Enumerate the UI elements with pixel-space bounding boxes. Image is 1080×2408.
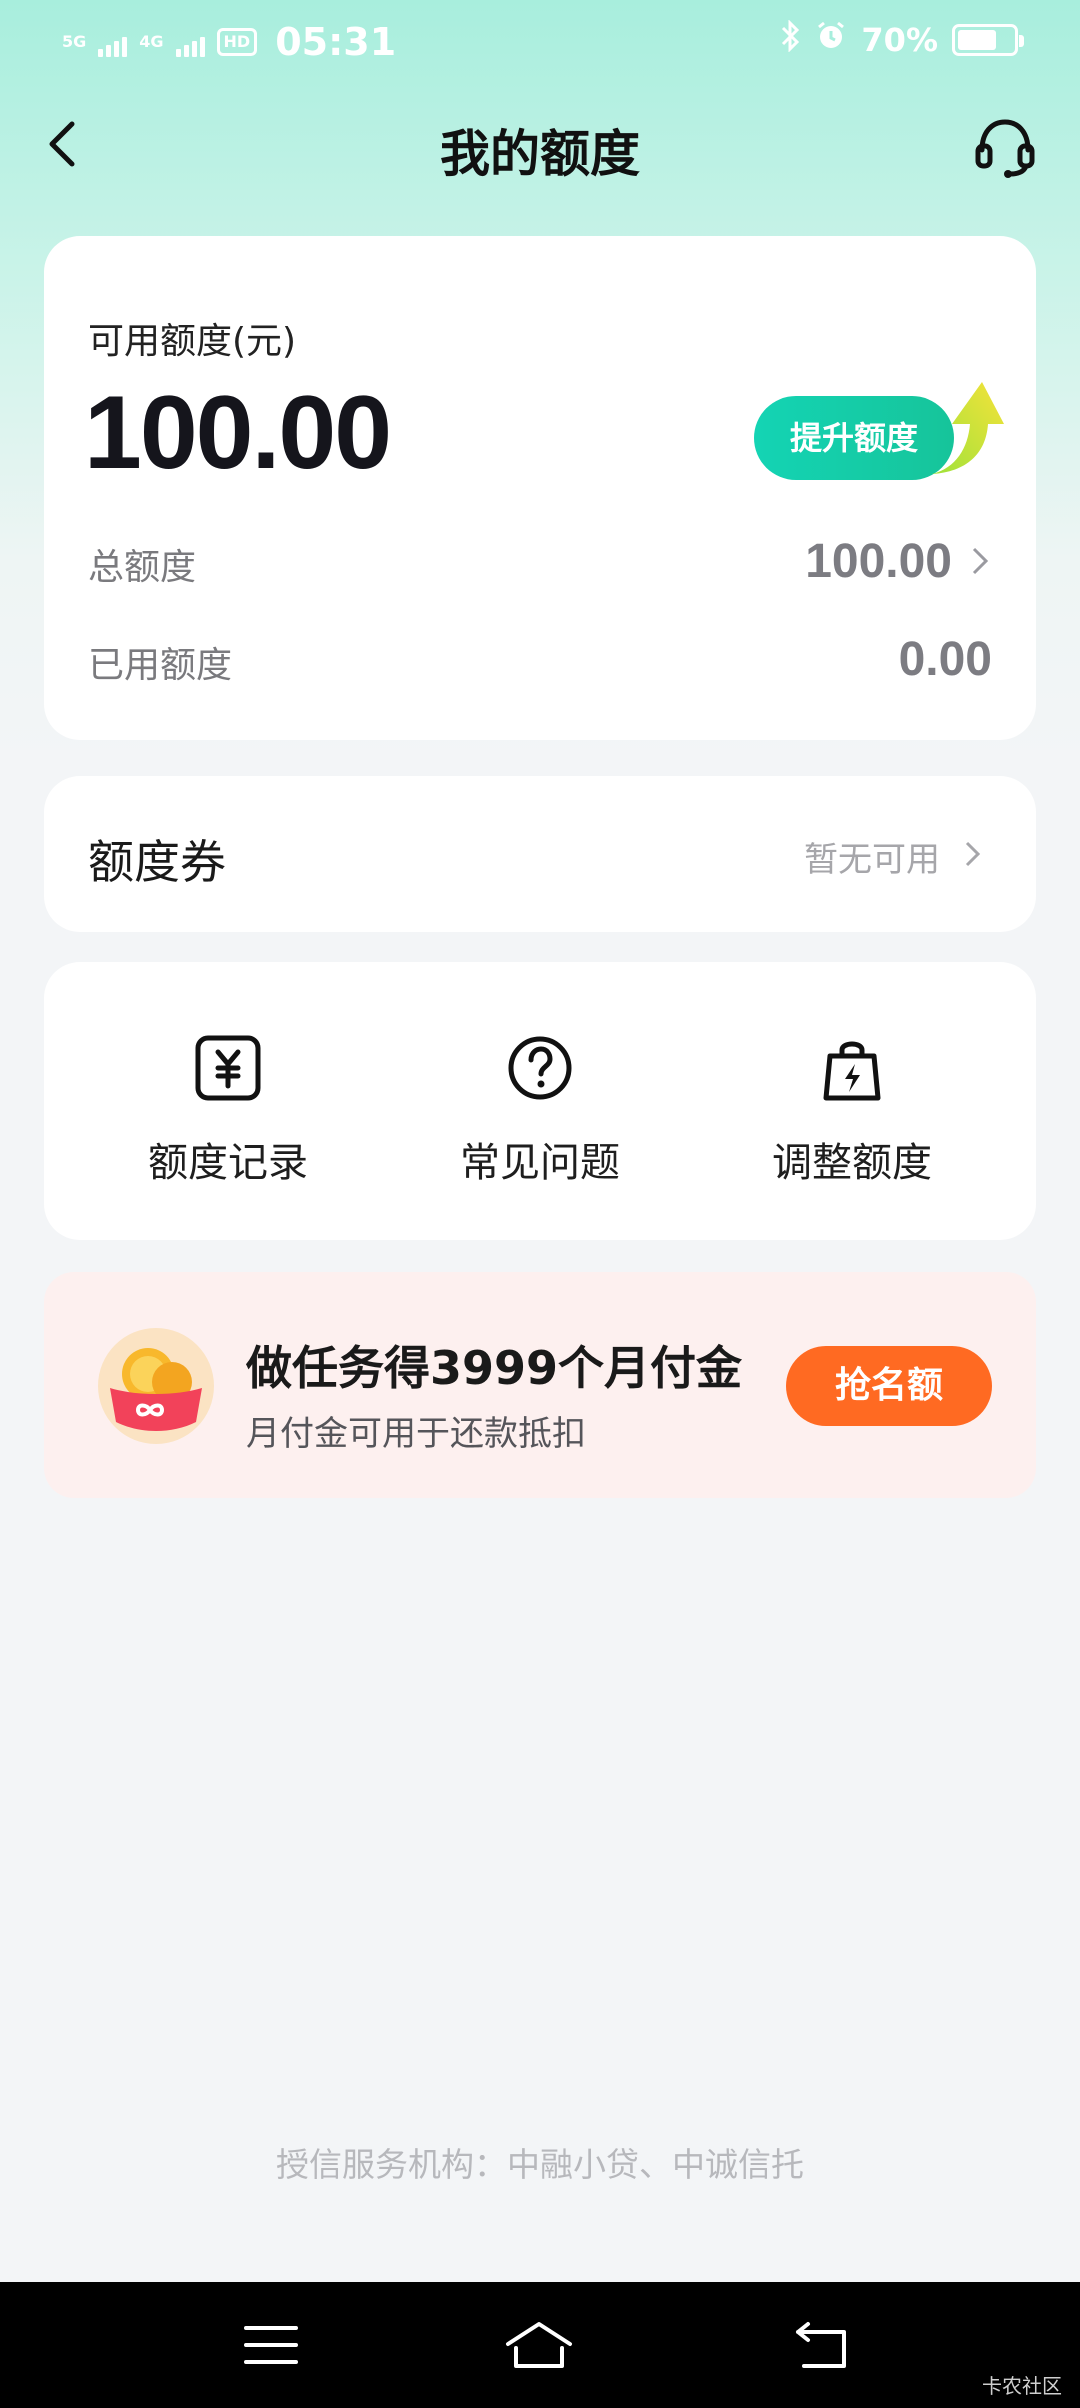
chevron-right-icon (972, 547, 989, 575)
gold-coin-wallet-icon (98, 1328, 214, 1444)
hd-badge: HD (216, 28, 258, 56)
watermark: 卡农社区 (982, 2374, 1062, 2398)
headset-icon (975, 119, 1035, 178)
shortcut-faq[interactable]: 常见问题 (410, 1032, 670, 1202)
header: 我的额度 (0, 84, 1080, 204)
question-circle-icon (508, 1036, 572, 1100)
alarm-icon (815, 20, 847, 60)
nav-home-button[interactable] (504, 2310, 574, 2380)
available-credit-label: 可用额度(元) (88, 321, 297, 362)
bluetooth-icon (779, 19, 801, 60)
credit-coupon-card[interactable]: 额度券 暂无可用 (44, 776, 1036, 932)
shortcut-label: 额度记录 (148, 1140, 308, 1186)
used-credit-row: 已用额度 0.00 (88, 628, 992, 688)
total-credit-row[interactable]: 总额度 100.00 (88, 530, 992, 590)
claim-slot-button[interactable]: 抢名额 (786, 1346, 992, 1426)
battery-icon (952, 24, 1024, 56)
customer-service-button[interactable] (970, 110, 1040, 180)
page-title: 我的额度 (440, 125, 640, 183)
shortcut-adjust-credit[interactable]: 调整额度 (722, 1032, 982, 1202)
back-arrow-icon (796, 2322, 846, 2368)
total-credit-value: 100.00 (805, 535, 952, 588)
promo-subtitle: 月付金可用于还款抵扣 (246, 1414, 586, 1454)
network-4g-label: 4G (139, 32, 164, 51)
home-icon (506, 2322, 572, 2368)
coupon-status: 暂无可用 (804, 840, 940, 880)
status-bar: 5G 4G HD 05:31 70% (0, 0, 1080, 84)
shortcut-credit-record[interactable]: 额度记录 (98, 1032, 358, 1202)
system-nav-bar (0, 2282, 1080, 2408)
shortcut-label: 调整额度 (772, 1140, 932, 1186)
raise-credit-button[interactable]: 提升额度 (754, 376, 1004, 486)
signal-icon-2 (175, 27, 205, 57)
signal-icon (98, 27, 128, 57)
credit-institution-note: 授信服务机构：中融小贷、中诚信托 (276, 2145, 804, 2184)
yuan-record-icon (195, 1035, 261, 1101)
used-credit-label: 已用额度 (88, 645, 233, 686)
network-5g-label: 5G (62, 32, 87, 51)
battery-percent: 70% (861, 21, 938, 59)
total-credit-label: 总额度 (88, 547, 197, 588)
bag-lightning-icon (823, 1041, 881, 1101)
shortcut-label: 常见问题 (460, 1140, 620, 1186)
status-right: 70% (779, 19, 1024, 60)
promo-banner[interactable]: 做任务得3999个月付金 月付金可用于还款抵扣 抢名额 (44, 1272, 1036, 1498)
status-time: 05:31 (275, 20, 397, 64)
used-credit-value: 0.00 (898, 633, 992, 686)
nav-menu-button[interactable] (236, 2310, 306, 2380)
raise-credit-label: 提升额度 (789, 419, 918, 457)
chevron-right-icon (965, 841, 981, 867)
status-left: 5G 4G HD 05:31 (62, 20, 396, 64)
coupon-title: 额度券 (88, 835, 226, 889)
shortcut-card: 额度记录 常见问题 调整额度 (44, 962, 1036, 1240)
menu-icon (244, 2326, 298, 2364)
promo-title: 做任务得3999个月付金 (246, 1341, 743, 1395)
credit-summary-card: 可用额度(元) 100.00 提升额度 总额度 100.00 已用额度 0.00 (44, 236, 1036, 740)
nav-back-button[interactable] (788, 2310, 858, 2380)
available-credit-amount: 100.00 (84, 375, 392, 491)
